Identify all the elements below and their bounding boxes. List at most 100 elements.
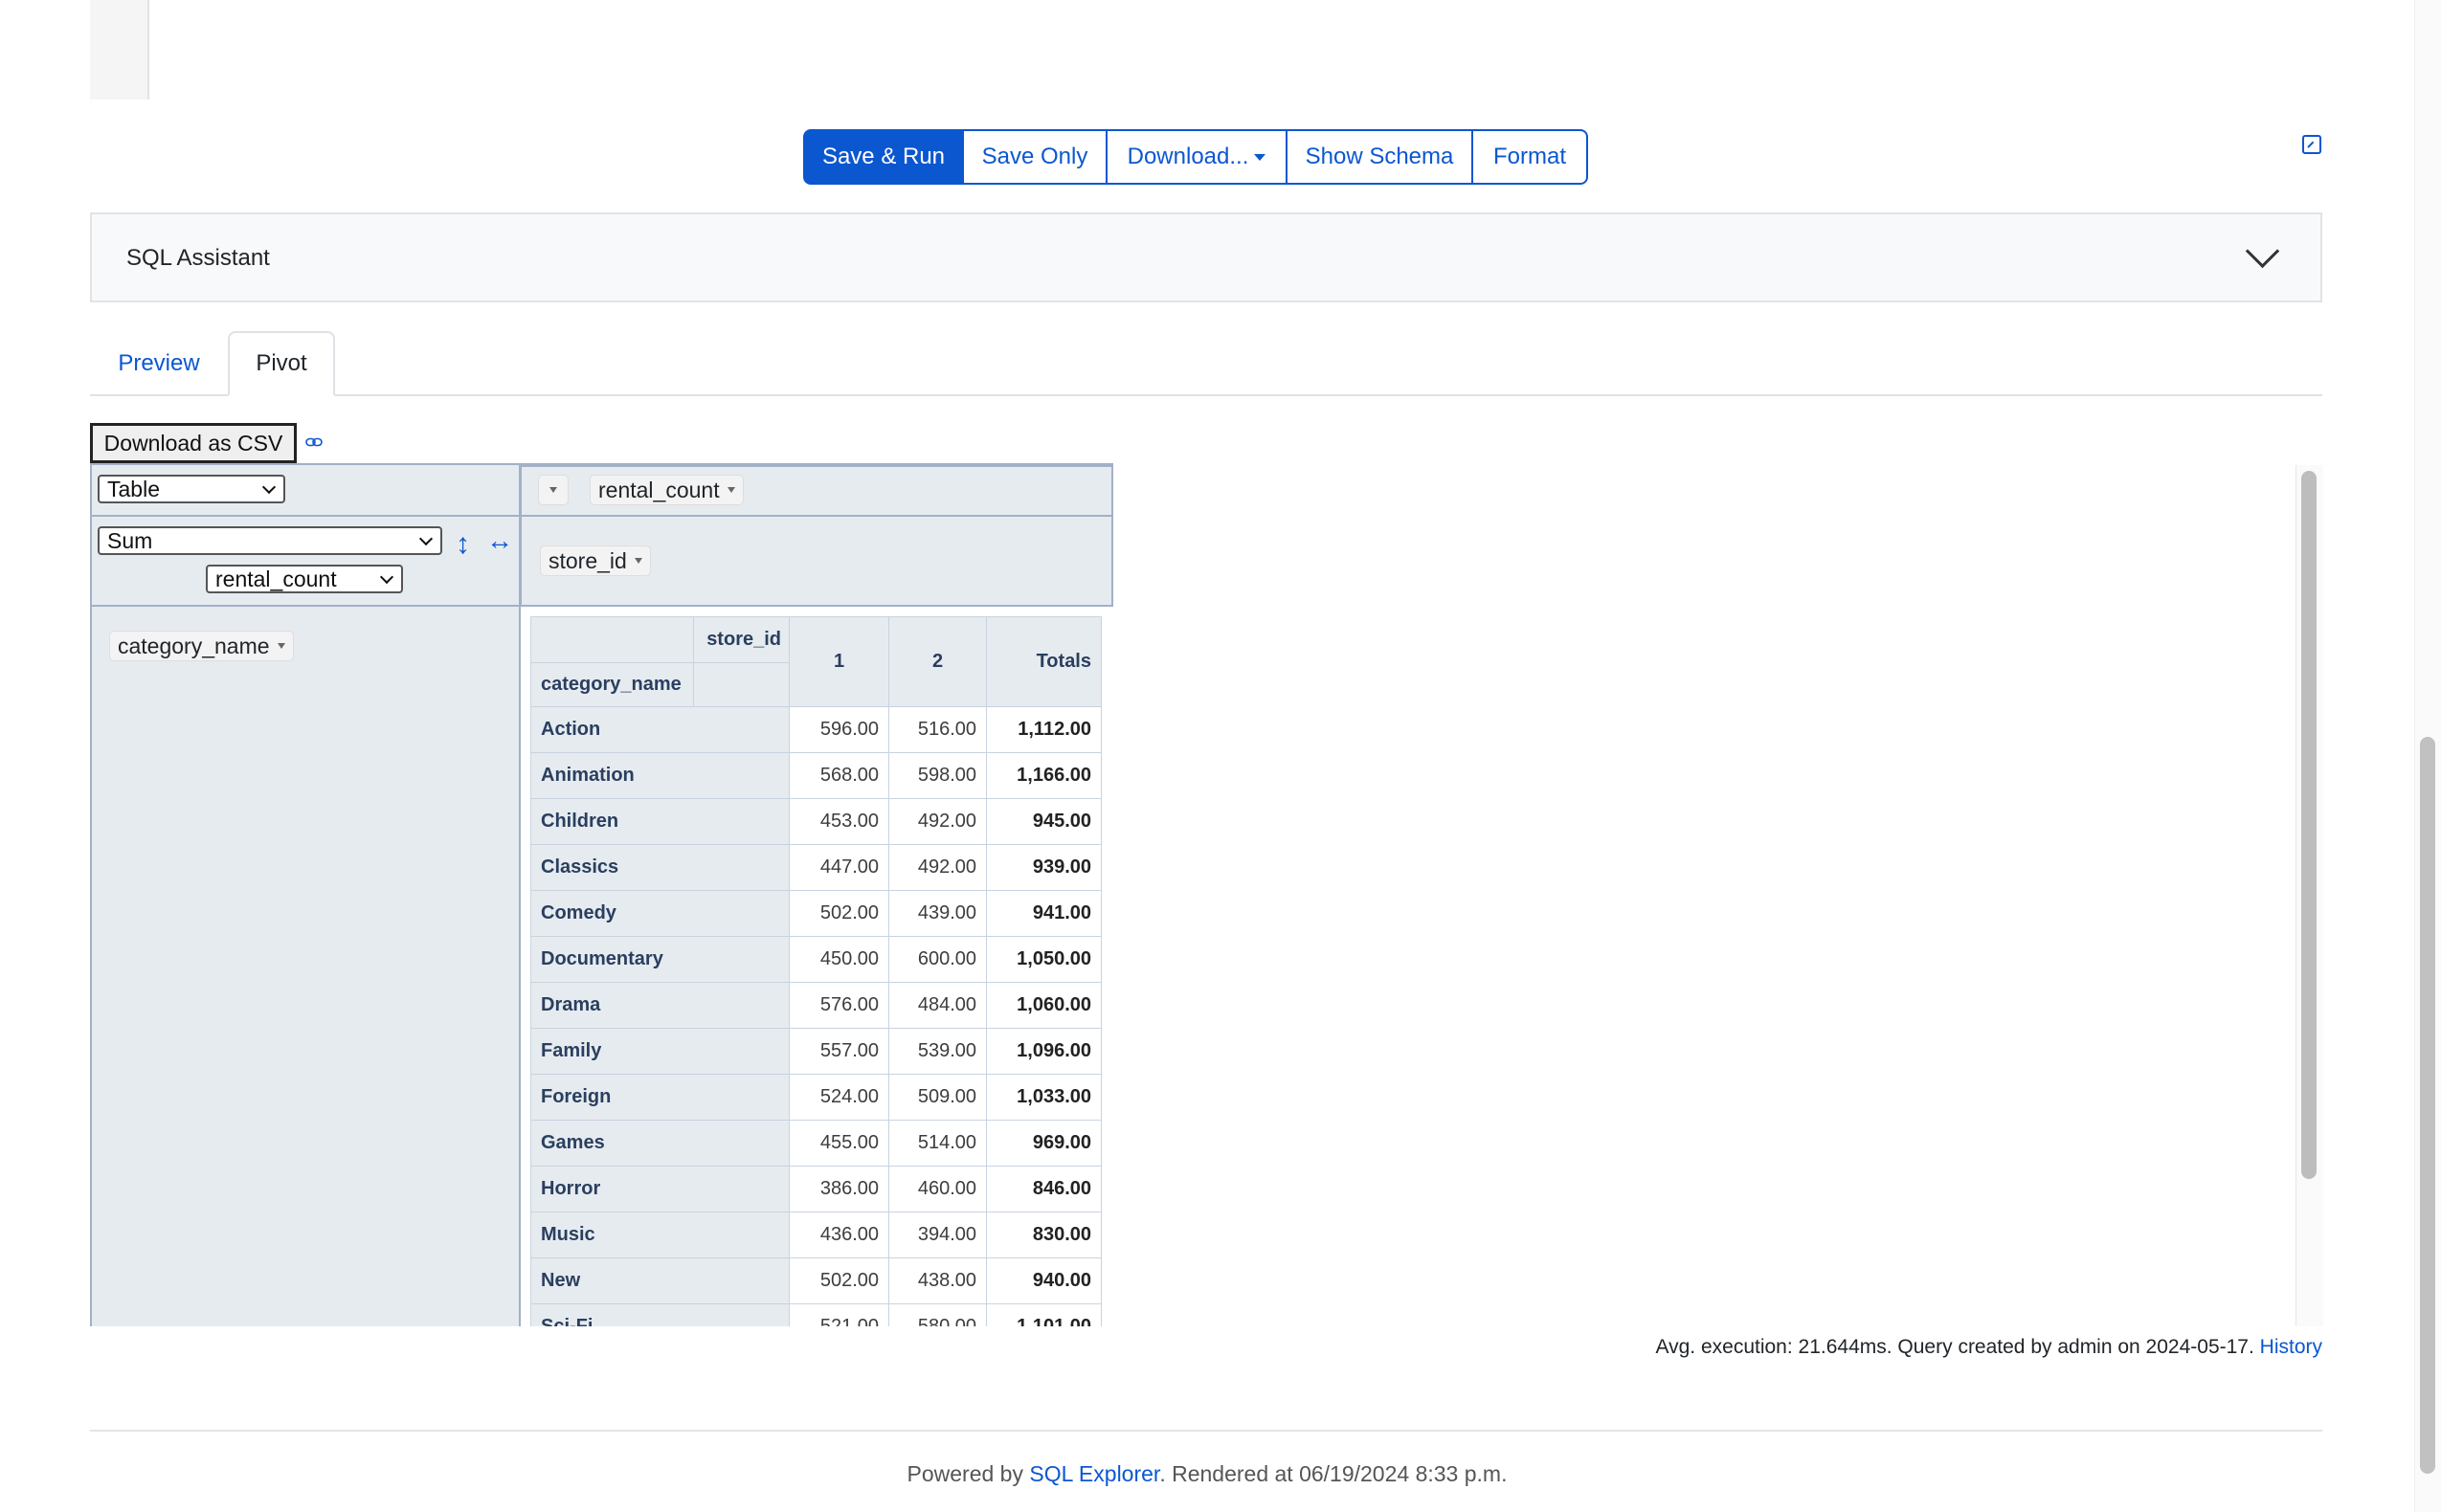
cell-total: 830.00	[986, 1212, 1102, 1258]
table-row: Music 436.00 394.00 830.00	[530, 1212, 1102, 1258]
row-label: Games	[530, 1120, 790, 1167]
cell-store-1: 502.00	[789, 890, 889, 937]
col-header-1: 1	[789, 616, 889, 707]
show-schema-button[interactable]: Show Schema	[1286, 129, 1473, 185]
fullscreen-icon[interactable]	[2302, 135, 2321, 154]
table-row: Comedy 502.00 439.00 941.00	[530, 890, 1102, 937]
unused-fields-toggle[interactable]	[538, 475, 569, 505]
row-label: Drama	[530, 982, 790, 1029]
field-label: store_id	[549, 547, 627, 573]
pivot-row-field-category-name[interactable]: category_name	[109, 631, 294, 661]
triangle-down-icon	[277, 643, 285, 649]
row-label: Documentary	[530, 936, 790, 983]
table-row: Action 596.00 516.00 1,112.00	[530, 706, 1102, 753]
cell-store-2: 539.00	[888, 1028, 987, 1075]
chevron-down-icon[interactable]	[2245, 233, 2280, 269]
table-row: Family 557.00 539.00 1,096.00	[530, 1028, 1102, 1075]
cell-total: 969.00	[986, 1120, 1102, 1167]
row-label: Foreign	[530, 1074, 790, 1121]
col-header-totals: Totals	[986, 616, 1102, 707]
cell-store-1: 568.00	[789, 752, 889, 799]
download-dropdown-button[interactable]: Download...	[1106, 129, 1288, 185]
col-header-label: store_id	[693, 616, 790, 663]
cell-store-1: 455.00	[789, 1120, 889, 1167]
table-row: Games 455.00 514.00 969.00	[530, 1120, 1102, 1167]
cell-total: 1,096.00	[986, 1028, 1102, 1075]
cell-total: 1,033.00	[986, 1074, 1102, 1121]
tab-pivot[interactable]: Pivot	[228, 331, 335, 396]
cell-store-2: 484.00	[888, 982, 987, 1029]
table-row: Children 453.00 492.00 945.00	[530, 798, 1102, 845]
cell-store-2: 439.00	[888, 890, 987, 937]
row-label: Children	[530, 798, 790, 845]
cell-store-2: 492.00	[888, 844, 987, 891]
footer-divider	[90, 1430, 2322, 1432]
row-header-label: category_name	[530, 662, 694, 707]
sql-assistant-panel[interactable]: SQL Assistant	[90, 212, 2322, 302]
field-label: category_name	[118, 633, 270, 658]
download-csv-button[interactable]: Download as CSV	[90, 423, 297, 463]
row-label: Animation	[530, 752, 790, 799]
pivot-field-rental-count[interactable]: rental_count	[590, 475, 744, 505]
cell-store-1: 436.00	[789, 1212, 889, 1258]
col-header-2: 2	[888, 616, 987, 707]
cell-store-1: 596.00	[789, 706, 889, 753]
save-run-button[interactable]: Save & Run	[803, 129, 964, 185]
cell-total: 939.00	[986, 844, 1102, 891]
sort-cols-icon[interactable]: ↔	[486, 525, 513, 556]
triangle-down-icon	[634, 558, 642, 564]
pivot-table: store_id 1 2 Totals category_name Action…	[530, 616, 1102, 1350]
cell-store-2: 438.00	[888, 1257, 987, 1304]
sql-explorer-link[interactable]: SQL Explorer	[1029, 1461, 1159, 1486]
pivot-spacer	[693, 662, 790, 707]
row-label: Horror	[530, 1166, 790, 1212]
query-status: Avg. execution: 21.644ms. Query created …	[1655, 1336, 2322, 1359]
download-label: Download...	[1127, 144, 1249, 169]
row-label: Family	[530, 1028, 790, 1075]
row-label: Comedy	[530, 890, 790, 937]
cell-store-1: 576.00	[789, 982, 889, 1029]
cell-total: 940.00	[986, 1257, 1102, 1304]
cell-total: 941.00	[986, 890, 1102, 937]
footer: Powered by SQL Explorer. Rendered at 06/…	[0, 1461, 2414, 1487]
format-button[interactable]: Format	[1471, 129, 1588, 185]
tab-preview[interactable]: Preview	[90, 331, 228, 396]
cell-store-2: 514.00	[888, 1120, 987, 1167]
sql-assistant-title: SQL Assistant	[126, 245, 270, 271]
table-row: Classics 447.00 492.00 939.00	[530, 844, 1102, 891]
cell-store-1: 557.00	[789, 1028, 889, 1075]
table-row: Animation 568.00 598.00 1,166.00	[530, 752, 1102, 799]
field-label: rental_count	[598, 477, 720, 502]
cell-store-1: 453.00	[789, 798, 889, 845]
cell-store-2: 598.00	[888, 752, 987, 799]
page-scrollbar-thumb[interactable]	[2420, 737, 2435, 1474]
cell-total: 1,050.00	[986, 936, 1102, 983]
pivot-divider	[520, 515, 1113, 517]
query-toolbar: Save & Run Save Only Download... Show Sc…	[803, 129, 1588, 185]
sort-rows-icon[interactable]: ↕	[456, 528, 470, 561]
renderer-select[interactable]: Table	[98, 475, 285, 503]
cell-store-2: 394.00	[888, 1212, 987, 1258]
row-label: New	[530, 1257, 790, 1304]
history-link[interactable]: History	[2260, 1336, 2322, 1358]
triangle-down-icon	[549, 487, 557, 493]
cell-total: 1,060.00	[986, 982, 1102, 1029]
table-row: New 502.00 438.00 940.00	[530, 1257, 1102, 1304]
footer-suffix: . Rendered at 06/19/2024 8:33 p.m.	[1159, 1461, 1508, 1486]
cell-store-2: 516.00	[888, 706, 987, 753]
pivot-scrollbar-thumb[interactable]	[2301, 471, 2317, 1179]
footer-prefix: Powered by	[907, 1461, 1030, 1486]
aggregator-field-select[interactable]: rental_count	[206, 565, 403, 593]
link-icon[interactable]	[305, 437, 323, 447]
cell-total: 1,112.00	[986, 706, 1102, 753]
cell-store-2: 509.00	[888, 1074, 987, 1121]
cell-store-2: 492.00	[888, 798, 987, 845]
pivot-col-field-store-id[interactable]: store_id	[540, 545, 651, 576]
aggregator-select[interactable]: Sum	[98, 526, 442, 555]
sql-editor-gutter	[90, 0, 149, 100]
cell-store-1: 450.00	[789, 936, 889, 983]
status-text: Avg. execution: 21.644ms. Query created …	[1655, 1336, 2254, 1358]
save-only-button[interactable]: Save Only	[962, 129, 1108, 185]
row-label: Action	[530, 706, 790, 753]
aggregator-field-value: rental_count	[215, 566, 337, 591]
